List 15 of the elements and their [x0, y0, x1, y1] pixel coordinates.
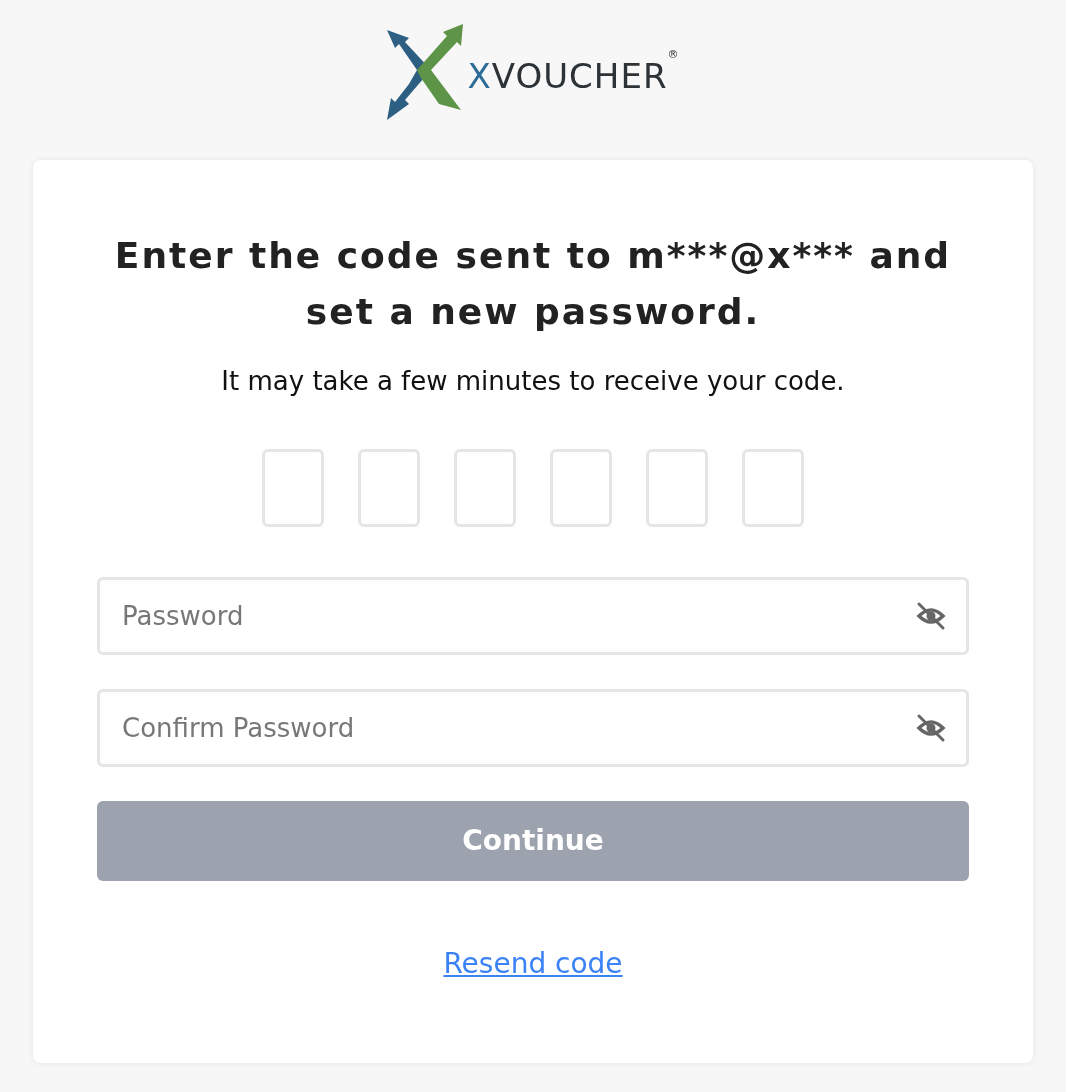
subtitle: It may take a few minutes to receive your code.	[221, 365, 845, 398]
eye-slash-icon[interactable]	[915, 601, 947, 631]
code-digit-field[interactable]	[454, 449, 516, 527]
logo-text: XVOUCHER	[467, 59, 668, 93]
resend-code-link[interactable]: Resend code	[443, 943, 623, 985]
code-digit-field[interactable]	[646, 449, 708, 527]
code-digit-field[interactable]	[262, 449, 324, 527]
heading: Enter the code sent to m***@x*** and set a new password.	[113, 234, 953, 334]
code-digit-field[interactable]	[742, 449, 804, 527]
code-digit-field[interactable]	[550, 449, 612, 527]
eye-slash-icon[interactable]	[915, 713, 947, 743]
password-field[interactable]: Password	[97, 577, 969, 655]
code-digit-field[interactable]	[358, 449, 420, 527]
registered-mark: ®	[667, 49, 679, 60]
password-field[interactable]: Confirm Password	[97, 689, 969, 767]
